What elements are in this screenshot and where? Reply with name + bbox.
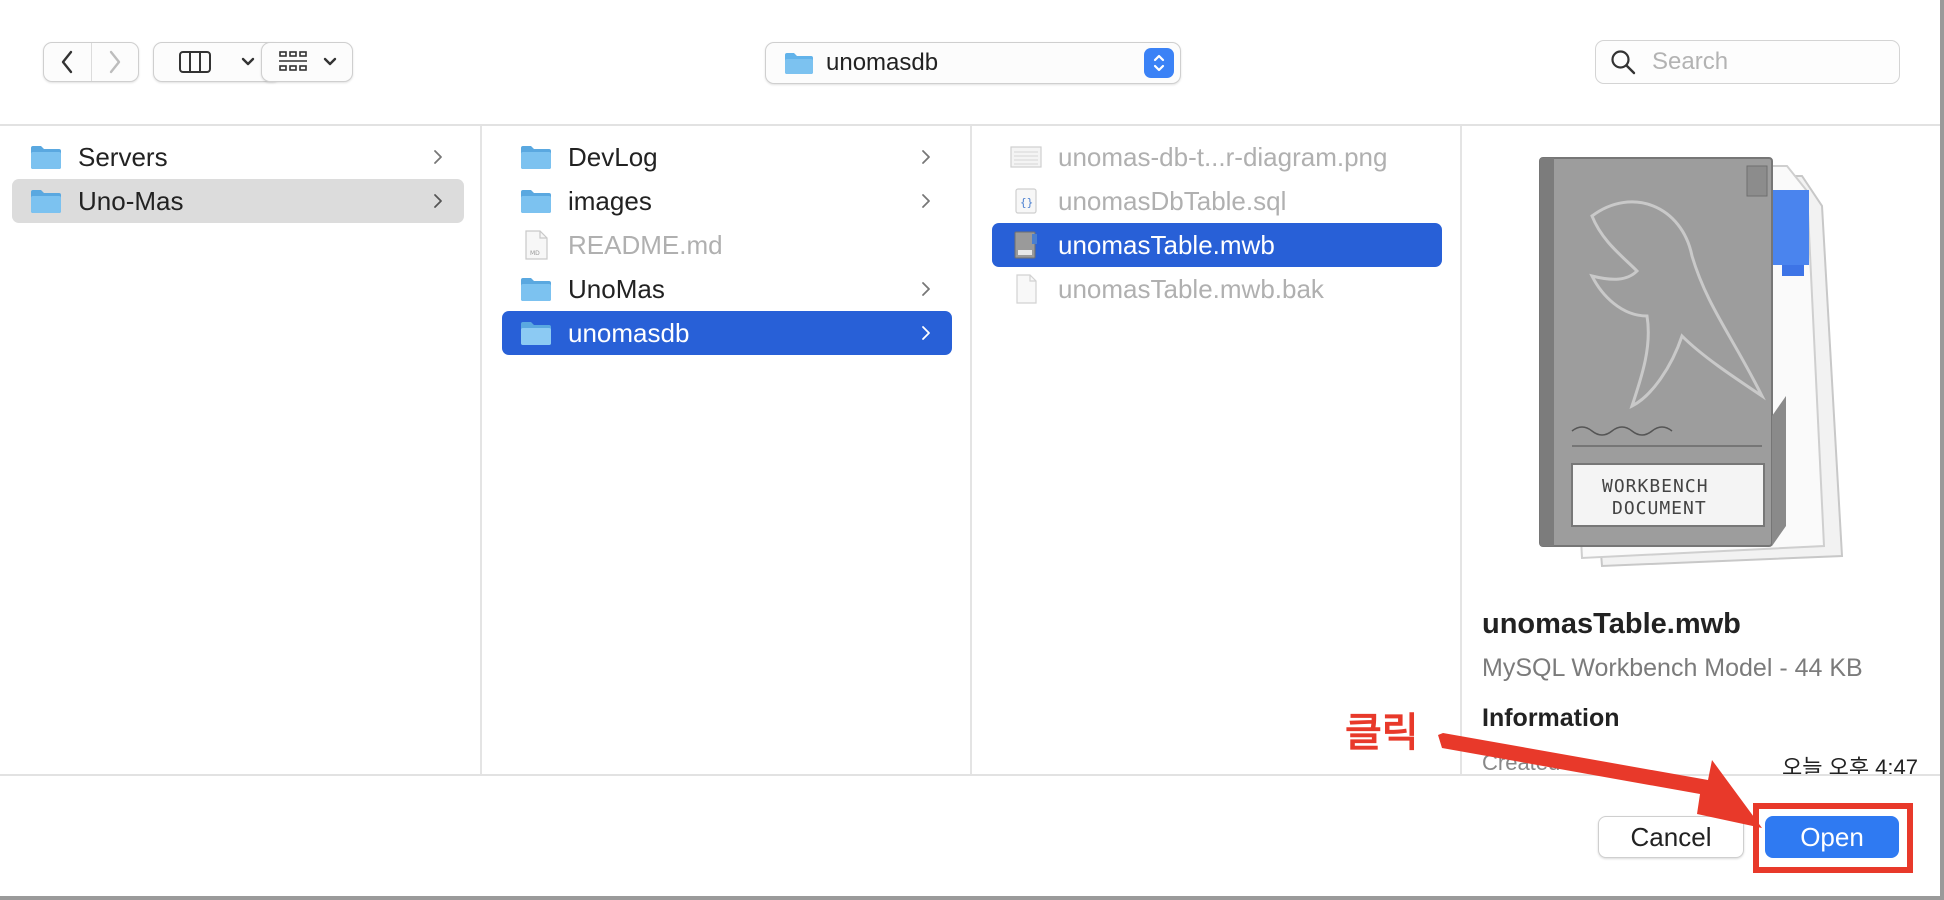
list-item-mwb[interactable]: unomasTable.mwb (992, 223, 1442, 267)
chevron-down-icon (241, 57, 255, 66)
list-item-mwb-bak[interactable]: unomasTable.mwb.bak (992, 267, 1442, 311)
file-icon: MD (525, 230, 548, 260)
list-item-label: images (568, 185, 652, 216)
dialog-footer: Cancel Open (0, 774, 1940, 896)
mwb-file-icon (1014, 231, 1037, 259)
location-popup[interactable]: unomasdb (765, 42, 1181, 84)
chevron-right-icon (922, 150, 930, 164)
list-item-servers[interactable]: Servers (12, 135, 464, 179)
list-item-label: Servers (78, 141, 168, 172)
search-input[interactable] (1650, 47, 1874, 77)
preview-filename: unomasTable.mwb (1482, 608, 1741, 640)
location-label: unomasdb (826, 49, 939, 76)
column-locations: Servers Uno-Mas (4, 126, 482, 774)
column-view-icon (179, 51, 211, 73)
chevron-right-icon (109, 50, 120, 74)
group-by-button[interactable] (261, 42, 353, 82)
list-item-readme[interactable]: MD README.md (502, 223, 952, 267)
blank-file-icon (1016, 274, 1037, 304)
sql-file-icon: {} (1015, 188, 1037, 214)
open-file-dialog: unomasdb Servers (0, 0, 1944, 900)
list-item-diagram-png[interactable]: unomas-db-t...r-diagram.png (992, 135, 1442, 179)
list-item-devlog[interactable]: DevLog (502, 135, 952, 179)
preview-pane: WORKBENCH DOCUMENT unomasTable.mwb MySQL… (1462, 126, 1940, 780)
image-file-icon (1010, 146, 1042, 168)
list-item-label: unomasTable.mwb.bak (1058, 273, 1324, 304)
chevron-down-icon (323, 57, 336, 66)
list-item-unomas[interactable]: UnoMas (502, 267, 952, 311)
preview-kind: MySQL Workbench Model - 44 KB (1482, 654, 1863, 682)
toolbar: unomasdb (0, 0, 1940, 126)
list-item-label: Uno-Mas (78, 185, 184, 216)
annotation-click-label: 클릭 (1345, 710, 1419, 756)
search-field[interactable] (1595, 40, 1900, 84)
folder-icon (31, 146, 61, 169)
chevron-left-icon (62, 50, 73, 74)
workbench-document-icon (1539, 157, 1844, 568)
svg-text:MD: MD (530, 250, 540, 257)
document-label-line2: DOCUMENT (1612, 498, 1707, 519)
chevron-right-icon (922, 282, 930, 296)
cancel-button[interactable]: Cancel (1598, 816, 1744, 858)
folder-icon (785, 53, 813, 74)
column-files: unomas-db-t...r-diagram.png {} unomasDbT… (972, 126, 1462, 774)
list-item-label: unomasDbTable.sql (1058, 185, 1287, 216)
preview-created-label: Created (1482, 750, 1561, 775)
chevron-right-icon (922, 194, 930, 208)
list-item-label: UnoMas (568, 273, 665, 304)
list-item-label: unomas-db-t...r-diagram.png (1058, 141, 1388, 172)
chevron-right-icon (922, 326, 930, 340)
navigation-buttons (43, 42, 139, 82)
back-button[interactable] (44, 43, 91, 81)
chevron-right-icon (434, 194, 442, 208)
list-item-uno-mas[interactable]: Uno-Mas (12, 179, 464, 223)
grid-icon (278, 51, 307, 71)
folder-icon (521, 190, 551, 213)
svg-text:{}: {} (1020, 196, 1033, 209)
folder-icon (31, 190, 61, 213)
open-button[interactable]: Open (1765, 816, 1899, 858)
list-item-unomasdb[interactable]: unomasdb (502, 311, 952, 355)
search-icon (1611, 50, 1636, 75)
preview-info-heading: Information (1482, 704, 1620, 732)
column-repository: DevLog images MD README.md UnoMas unomas… (482, 126, 972, 774)
list-item-sql[interactable]: {} unomasDbTable.sql (992, 179, 1442, 223)
list-item-images[interactable]: images (502, 179, 952, 223)
folder-icon (521, 322, 551, 345)
list-item-label: unomasdb (568, 317, 690, 348)
folder-icon (521, 278, 551, 301)
list-item-label: README.md (568, 229, 723, 260)
chevron-right-icon (434, 150, 442, 164)
folder-icon (521, 146, 551, 169)
popup-stepper-icon (1144, 48, 1174, 78)
forward-button[interactable] (90, 43, 139, 81)
list-item-label: DevLog (568, 141, 658, 172)
list-item-label: unomasTable.mwb (1058, 229, 1275, 260)
document-label-line1: WORKBENCH (1602, 476, 1709, 497)
